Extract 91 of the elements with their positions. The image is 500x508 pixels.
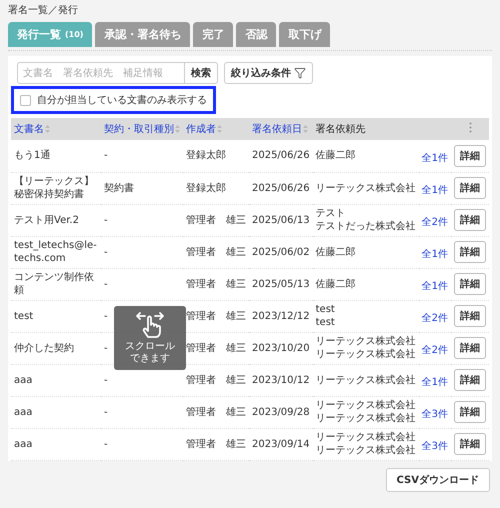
request-date: 2023/09/28 — [252, 406, 310, 418]
filter-icon — [294, 67, 306, 79]
signer-count-link[interactable]: 全3件 — [422, 408, 448, 420]
document-name: テスト用Ver.2 — [14, 214, 80, 226]
signer-name: リーテックス株式会社 — [316, 412, 416, 425]
search-field[interactable]: 文書名 署名依頼先 補足情報 — [17, 62, 185, 84]
creator-name: 登録太郎 — [186, 149, 226, 162]
creator-name: 管理者 雄三 — [186, 438, 246, 450]
filter-button[interactable]: 絞り込み条件 — [224, 62, 313, 84]
own-documents-checkbox[interactable]: 自分が担当している文書のみ表示する — [11, 86, 216, 114]
document-name: aaa — [14, 438, 34, 450]
detail-button[interactable]: 詳細 — [454, 401, 486, 423]
sort-icon — [45, 125, 50, 133]
document-name: 【リーテックス】秘密保持契約書 — [14, 175, 95, 201]
signer-count-link[interactable]: 全2件 — [422, 344, 448, 356]
contract-type: - — [104, 406, 108, 418]
document-name: test — [14, 310, 34, 322]
detail-button[interactable]: 詳細 — [454, 369, 486, 391]
creator-name: 管理者 雄三 — [186, 342, 246, 354]
swipe-hand-icon — [135, 311, 165, 339]
contract-type: - — [104, 374, 108, 386]
signer-name: リーテックス株式会社 — [316, 374, 416, 386]
breadcrumb: 署名一覧／発行 — [8, 4, 79, 18]
signer-count-link[interactable]: 全1件 — [422, 248, 448, 260]
document-name: もう1通 — [14, 149, 52, 162]
signer-name: リーテックス株式会社 — [316, 182, 416, 194]
contract-type: - — [104, 214, 108, 226]
creator-name: 管理者 雄三 — [186, 214, 246, 226]
signer-name: リーテックス株式会社 — [316, 431, 416, 444]
signer-count-link[interactable]: 全3件 — [422, 440, 448, 452]
creator-name: 管理者 雄三 — [186, 278, 246, 290]
signer-name: テストだった株式会社 — [316, 220, 416, 233]
request-date: 2023/09/14 — [252, 438, 310, 450]
signer-name: リーテックス株式会社 — [316, 348, 416, 361]
request-date: 2025/05/13 — [252, 278, 310, 290]
detail-button[interactable]: 詳細 — [454, 144, 486, 167]
signer-name: テスト — [316, 207, 346, 220]
signer-name: 佐藤二郎 — [316, 149, 356, 162]
detail-button[interactable]: 詳細 — [454, 433, 486, 455]
detail-button[interactable]: 詳細 — [454, 177, 486, 199]
contract-type: - — [104, 438, 108, 450]
signer-name: 佐藤二郎 — [316, 278, 356, 290]
request-date: 2025/06/26 — [252, 182, 310, 194]
more-icon[interactable] — [468, 122, 472, 133]
request-date: 2023/10/12 — [252, 374, 310, 386]
document-name: aaa — [14, 374, 34, 386]
contract-type: - — [104, 342, 108, 354]
signer-count-link[interactable]: 全2件 — [422, 312, 448, 324]
contract-type: - — [104, 278, 108, 290]
detail-button[interactable]: 詳細 — [454, 273, 486, 295]
signer-count-link[interactable]: 全2件 — [422, 216, 448, 228]
contract-type: - — [104, 149, 108, 162]
creator-name: 登録太郎 — [186, 182, 226, 194]
signer-name: リーテックス株式会社 — [316, 335, 416, 348]
document-name: test_letechs@le-techs.com — [14, 239, 98, 265]
sort-icon — [174, 125, 180, 133]
document-name: 仲介した契約 — [14, 342, 75, 354]
document-name: コンテンツ制作依頼 — [14, 271, 95, 297]
sort-icon — [216, 125, 222, 133]
creator-name: 管理者 雄三 — [186, 246, 246, 258]
signer-name: test — [316, 303, 335, 316]
request-date: 2025/06/13 — [252, 214, 310, 226]
detail-button[interactable]: 詳細 — [454, 241, 486, 263]
detail-button[interactable]: 詳細 — [454, 209, 486, 231]
detail-button[interactable]: 詳細 — [454, 305, 486, 327]
request-date: 2025/06/02 — [252, 246, 310, 258]
detail-button[interactable]: 詳細 — [454, 337, 486, 359]
signer-count-link[interactable]: 全1件 — [422, 376, 448, 388]
request-date: 2023/10/20 — [252, 342, 310, 354]
document-name: aaa — [14, 406, 34, 418]
checkbox[interactable] — [20, 94, 31, 106]
request-date: 2025/06/26 — [252, 149, 310, 162]
signer-count-link[interactable]: 全1件 — [422, 152, 448, 164]
csv-download-button[interactable]: CSVダウンロード — [386, 468, 490, 492]
column-header: 署名依頼先 — [316, 122, 366, 136]
contract-type: - — [104, 246, 108, 258]
creator-name: 管理者 雄三 — [186, 406, 246, 418]
signer-name: test — [316, 316, 335, 329]
creator-name: 管理者 雄三 — [186, 374, 246, 386]
contract-type: 契約書 — [104, 182, 134, 194]
signer-count-link[interactable]: 全1件 — [422, 280, 448, 292]
signer-count-link[interactable]: 全1件 — [422, 184, 448, 196]
contract-type: - — [104, 310, 108, 322]
search-button[interactable]: 検索 — [185, 62, 218, 84]
signer-name: リーテックス株式会社 — [316, 444, 416, 457]
creator-name: 管理者 雄三 — [186, 310, 246, 322]
request-date: 2023/12/12 — [252, 310, 310, 322]
signer-name: リーテックス株式会社 — [316, 399, 416, 412]
sort-icon — [302, 125, 308, 133]
signer-name: 佐藤二郎 — [316, 246, 356, 258]
scroll-hint: スクロールできます — [114, 306, 186, 370]
